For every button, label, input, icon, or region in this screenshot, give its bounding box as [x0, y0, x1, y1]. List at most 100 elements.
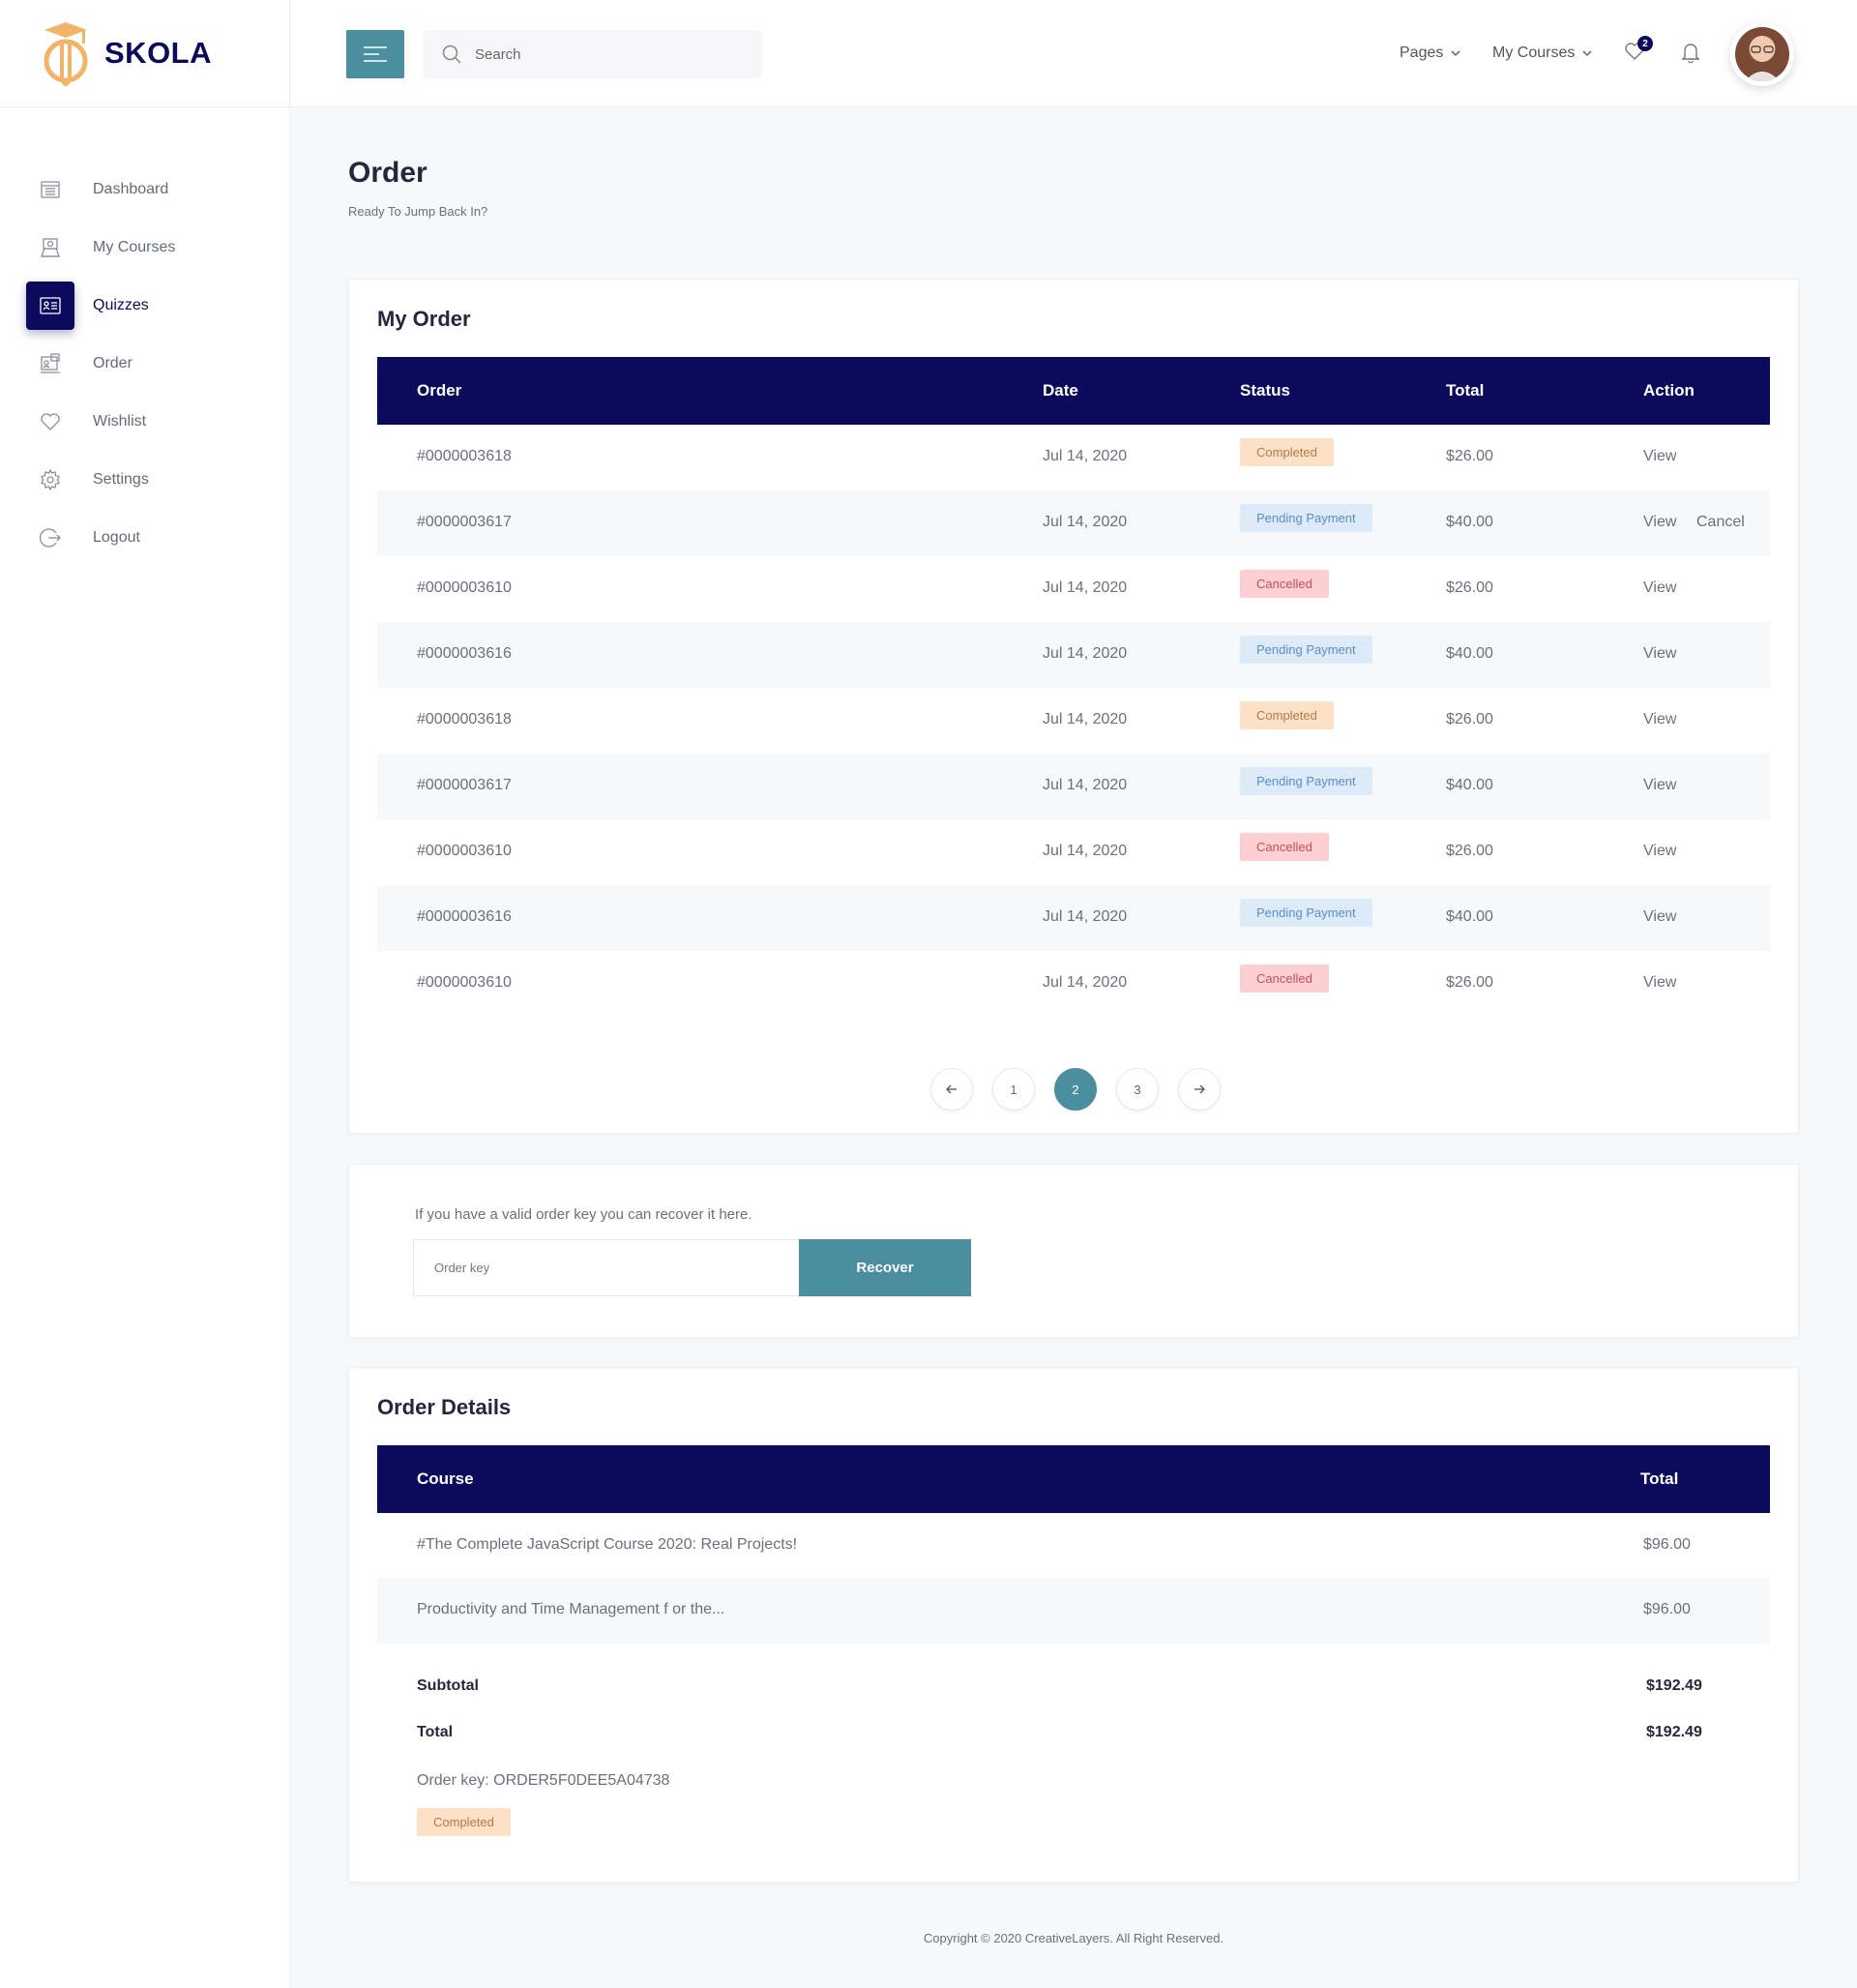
brand-logo[interactable]: SKOLA — [0, 0, 289, 107]
details-row: Productivity and Time Management f or th… — [377, 1578, 1770, 1644]
user-avatar[interactable] — [1730, 22, 1794, 86]
col-status: Status — [1240, 381, 1290, 400]
order-id: #0000003616 — [417, 908, 512, 925]
page-title: Order — [348, 157, 427, 189]
view-link[interactable]: View — [1643, 711, 1676, 728]
table-row: #0000003610 Jul 14, 2020 Cancelled $26.00 Vi… — [377, 819, 1770, 885]
table-row: #0000003616 Jul 14, 2020 Pending Payment $4… — [377, 885, 1770, 951]
sidebar-item-wishlist[interactable]: Wishlist — [0, 398, 289, 446]
pagination-prev[interactable] — [930, 1068, 973, 1111]
course-name: Productivity and Time Management f or th… — [417, 1601, 725, 1617]
search-icon — [442, 45, 461, 64]
sidebar-item-label: Dashboard — [93, 181, 169, 197]
order-date: Jul 14, 2020 — [1043, 448, 1128, 464]
hamburger-icon — [364, 46, 387, 62]
order-icon — [26, 340, 74, 388]
sidebar-item-label: Order — [93, 355, 133, 371]
logout-icon — [26, 514, 74, 562]
course-total: $96.00 — [1643, 1536, 1691, 1553]
pagination: 1 2 3 — [349, 1068, 1800, 1111]
order-details-title: Order Details — [377, 1395, 512, 1419]
order-id: #0000003616 — [417, 645, 512, 662]
status-badge: Completed — [1240, 438, 1334, 466]
my-courses-dropdown[interactable]: My Courses — [1492, 45, 1592, 62]
order-date: Jul 14, 2020 — [1043, 843, 1128, 859]
order-id: #0000003618 — [417, 711, 512, 727]
my-courses-label: My Courses — [1492, 45, 1576, 61]
order-total: $40.00 — [1446, 514, 1493, 530]
cancel-link[interactable]: Cancel — [1696, 514, 1745, 531]
pagination-page-1[interactable]: 1 — [992, 1068, 1035, 1111]
pagination-page-2[interactable]: 2 — [1054, 1068, 1097, 1111]
view-link[interactable]: View — [1643, 645, 1676, 663]
sidebar-item-logout[interactable]: Logout — [0, 514, 289, 562]
order-id: #0000003618 — [417, 448, 512, 464]
wishlist-button[interactable]: 2 — [1624, 36, 1653, 66]
status-badge: Pending Payment — [1240, 636, 1372, 664]
col-total: Total — [1640, 1469, 1679, 1488]
orders-table-header: Order Date Status Total Action — [377, 357, 1770, 425]
search-input[interactable] — [475, 45, 736, 63]
order-key-text: Order key: ORDER5F0DEE5A04738 — [417, 1772, 670, 1789]
details-table-header: Course Total — [377, 1445, 1770, 1513]
avatar-photo — [1735, 27, 1789, 81]
table-row: #0000003616 Jul 14, 2020 Pending Payment $4… — [377, 622, 1770, 688]
order-key-input[interactable] — [413, 1239, 800, 1296]
notifications-button[interactable] — [1681, 42, 1700, 68]
arrow-right-icon — [1194, 1084, 1205, 1094]
search-box — [423, 30, 762, 78]
gear-icon — [26, 456, 74, 504]
order-total: $40.00 — [1446, 908, 1493, 925]
view-link[interactable]: View — [1643, 579, 1676, 597]
table-row: #0000003617 Jul 14, 2020 Pending Payment $4… — [377, 754, 1770, 819]
status-badge: Cancelled — [1240, 964, 1329, 993]
order-date: Jul 14, 2020 — [1043, 514, 1128, 530]
view-link[interactable]: View — [1643, 514, 1676, 531]
order-date: Jul 14, 2020 — [1043, 579, 1128, 596]
order-id: #0000003617 — [417, 514, 512, 530]
order-date: Jul 14, 2020 — [1043, 777, 1128, 793]
sidebar-item-dashboard[interactable]: Dashboard — [0, 165, 289, 214]
order-total: $26.00 — [1446, 843, 1493, 859]
order-total: $40.00 — [1446, 645, 1493, 662]
order-date: Jul 14, 2020 — [1043, 645, 1128, 662]
subtotal-label: Subtotal — [417, 1677, 479, 1694]
order-id: #0000003610 — [417, 579, 512, 596]
pagination-page-3[interactable]: 3 — [1116, 1068, 1159, 1111]
sidebar-item-quizzes[interactable]: Quizzes — [0, 282, 289, 330]
status-badge: Completed — [417, 1808, 511, 1836]
total-value: $192.49 — [1646, 1724, 1702, 1740]
bell-icon — [1681, 44, 1700, 64]
heart-icon — [26, 398, 74, 446]
view-link[interactable]: View — [1643, 777, 1676, 794]
view-link[interactable]: View — [1643, 908, 1676, 926]
view-link[interactable]: View — [1643, 448, 1676, 465]
graduate-logo-icon — [44, 22, 88, 86]
pages-dropdown[interactable]: Pages — [1400, 45, 1460, 62]
details-row: #The Complete JavaScript Course 2020: Re… — [377, 1513, 1770, 1579]
course-name: #The Complete JavaScript Course 2020: Re… — [417, 1536, 798, 1553]
order-total: $26.00 — [1446, 579, 1493, 596]
status-badge: Cancelled — [1240, 833, 1329, 861]
view-link[interactable]: View — [1643, 843, 1676, 860]
recover-instructions: If you have a valid order key you can re… — [415, 1206, 752, 1223]
order-total: $26.00 — [1446, 448, 1493, 464]
dashboard-icon — [26, 165, 74, 214]
order-total: $40.00 — [1446, 777, 1493, 793]
view-link[interactable]: View — [1643, 974, 1676, 992]
recover-button[interactable]: Recover — [799, 1239, 971, 1296]
table-row: #0000003610 Jul 14, 2020 Cancelled $26.00 Vi… — [377, 951, 1770, 1017]
quiz-icon — [26, 282, 74, 330]
menu-toggle-button[interactable] — [346, 30, 404, 78]
sidebar-item-order[interactable]: Order — [0, 340, 289, 388]
order-id: #0000003610 — [417, 843, 512, 859]
table-row: #0000003618 Jul 14, 2020 Completed $26.00 Vi… — [377, 425, 1770, 490]
sidebar-item-settings[interactable]: Settings — [0, 456, 289, 504]
order-id: #0000003617 — [417, 777, 512, 793]
table-row: #0000003610 Jul 14, 2020 Cancelled $26.00 Vi… — [377, 556, 1770, 622]
sidebar-item-my-courses[interactable]: My Courses — [0, 223, 289, 272]
pagination-next[interactable] — [1178, 1068, 1221, 1111]
order-total: $26.00 — [1446, 711, 1493, 727]
subtotal-value: $192.49 — [1646, 1677, 1702, 1694]
footer-copyright: Copyright © 2020 CreativeLayers. All Rig… — [923, 1931, 1224, 1945]
